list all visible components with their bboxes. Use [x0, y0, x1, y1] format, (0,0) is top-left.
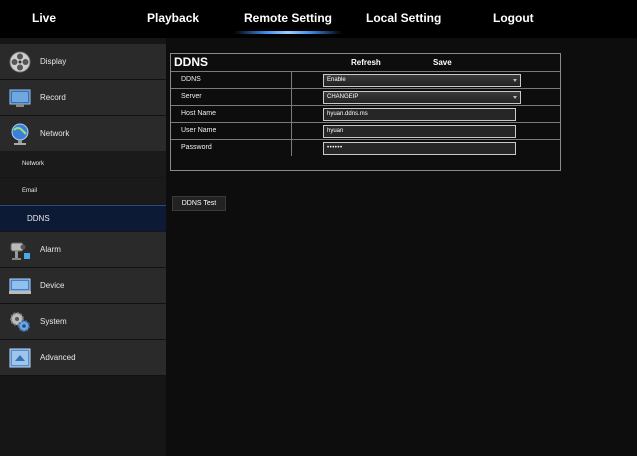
save-button[interactable]: Save [433, 54, 452, 71]
sidebar-item-device[interactable]: Device [0, 268, 166, 304]
password-label: Password [171, 140, 292, 156]
ddns-row: DDNS Enable [171, 71, 560, 88]
ddns-select[interactable]: Enable [323, 74, 521, 87]
ddns-select-value: Enable [327, 77, 346, 83]
display-icon [9, 51, 31, 73]
sidebar-item-label: Record [40, 93, 66, 102]
tab-playback[interactable]: Playback [147, 0, 199, 38]
sidebar-item-display[interactable]: Display [0, 44, 166, 80]
tab-remote-setting[interactable]: Remote Setting [234, 0, 343, 38]
sidebar-item-label: Advanced [40, 353, 76, 362]
ddns-settings-panel: DDNS Refresh Save DDNS Enable Server CHA… [170, 53, 561, 171]
tab-local-setting[interactable]: Local Setting [366, 0, 441, 38]
tab-live[interactable]: Live [32, 0, 56, 38]
password-row: Password •••••• [171, 139, 560, 156]
sidebar-item-record[interactable]: Record [0, 80, 166, 116]
system-icon [10, 312, 30, 332]
record-icon [9, 89, 31, 107]
alarm-icon [10, 242, 30, 260]
tab-remote-setting-label: Remote Setting [244, 11, 333, 25]
server-label: Server [171, 89, 292, 105]
sidebar-item-network[interactable]: Network [0, 116, 166, 152]
sidebar-item-label: Network [40, 129, 70, 138]
sidebar-item-label: Device [40, 281, 65, 290]
user-name-label: User Name [171, 123, 292, 139]
advanced-icon [9, 348, 31, 368]
chevron-down-icon [513, 96, 517, 99]
panel-title: DDNS [174, 55, 209, 69]
server-row: Server CHANGEIP [171, 88, 560, 105]
tab-logout[interactable]: Logout [493, 0, 534, 38]
device-icon [9, 278, 31, 294]
host-name-label: Host Name [171, 106, 292, 122]
sidebar-item-label: System [40, 317, 67, 326]
sidebar-item-advanced[interactable]: Advanced [0, 340, 166, 376]
server-select-value: CHANGEIP [327, 94, 359, 100]
active-tab-indicator [234, 31, 343, 34]
sidebar-item-label: Display [40, 57, 67, 66]
sidebar-subitem-ddns[interactable]: DDNS [0, 205, 166, 231]
sidebar-subitem-label: Network [22, 161, 45, 167]
sidebar-item-system[interactable]: System [0, 304, 166, 340]
sidebar-subitem-network[interactable]: Network [0, 151, 166, 177]
host-name-row: Host Name hyuan.ddns.ms [171, 105, 560, 122]
sidebar-item-label: Alarm [40, 245, 61, 254]
host-name-input[interactable]: hyuan.ddns.ms [323, 108, 516, 121]
top-navigation-bar: Live Playback Remote Setting Local Setti… [0, 0, 637, 38]
panel-header: DDNS Refresh Save [171, 54, 560, 70]
sidebar-item-alarm[interactable]: Alarm [0, 232, 166, 268]
sidebar: Display Record Network Network Email DDN… [0, 38, 166, 456]
user-name-row: User Name hyuan [171, 122, 560, 139]
ddns-label: DDNS [171, 72, 292, 88]
refresh-button[interactable]: Refresh [351, 54, 381, 71]
password-input[interactable]: •••••• [323, 142, 516, 155]
chevron-down-icon [513, 79, 517, 82]
server-select[interactable]: CHANGEIP [323, 91, 521, 104]
user-name-input[interactable]: hyuan [323, 125, 516, 138]
main-content: DDNS Refresh Save DDNS Enable Server CHA… [166, 38, 637, 456]
ddns-test-button[interactable]: DDNS Test [172, 196, 226, 211]
sidebar-subitem-label: DDNS [27, 214, 50, 223]
sidebar-subitem-email[interactable]: Email [0, 178, 166, 204]
sidebar-subitem-label: Email [22, 188, 38, 194]
network-icon [11, 123, 29, 145]
